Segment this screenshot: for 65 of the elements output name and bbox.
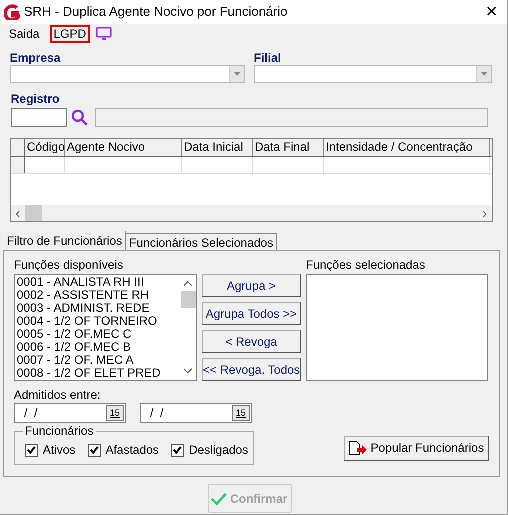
scroll-up-icon — [184, 281, 192, 287]
dropdown-field[interactable] — [10, 65, 245, 83]
tab[interactable]: Funcionários Selecionados — [126, 233, 278, 250]
search-icon — [71, 109, 88, 126]
checkbox-label: Ativos — [43, 442, 76, 459]
list-item[interactable]: 0003 - ADMINIST. REDE — [17, 302, 180, 315]
list-item[interactable]: 0005 - 1/2 OF.MEC C — [17, 328, 180, 341]
scrollbar-thumb[interactable] — [25, 205, 42, 221]
move-button[interactable]: << Revoga. Todos — [202, 358, 301, 381]
scroll-left-arrow[interactable]: ‹ — [11, 206, 25, 220]
checkbox[interactable] — [88, 444, 101, 456]
group-label: Funcionários — [23, 424, 96, 438]
dropdown-arrow-icon — [234, 72, 240, 76]
close-button[interactable]: × — [481, 1, 503, 23]
checkbox[interactable] — [25, 444, 38, 456]
horizontal-scrollbar[interactable]: ‹ › — [11, 205, 492, 221]
move-button[interactable]: Agrupa > — [202, 274, 301, 297]
list-item[interactable]: 0002 - ASSISTENTE RH — [17, 289, 180, 302]
list-label: Funções disponíveis — [14, 258, 124, 272]
checkbox[interactable] — [171, 444, 184, 456]
filial-label: Filial — [254, 51, 282, 65]
check-icon — [211, 492, 228, 506]
check-icon — [90, 446, 99, 454]
column-header[interactable]: Código — [25, 139, 65, 156]
date-field[interactable]: / / 15 — [14, 403, 126, 423]
admitidos-label: Admitidos entre: — [14, 388, 102, 402]
check-icon — [173, 446, 182, 454]
move-button[interactable]: Agrupa Todos >> — [202, 302, 301, 325]
calendar-button[interactable]: 15 — [232, 405, 250, 421]
empresa-label: Empresa — [10, 51, 62, 65]
column-header[interactable]: Data Final — [253, 139, 324, 156]
menu-item[interactable]: LGPD — [50, 25, 90, 43]
document-arrow-icon — [348, 440, 367, 456]
popular-funcionarios-button[interactable]: Popular Funcionários — [344, 436, 489, 460]
scrollbar-thumb[interactable] — [180, 291, 196, 308]
menu-item[interactable]: Saida — [5, 25, 44, 43]
monitor-icon — [96, 27, 112, 41]
scroll-right-arrow[interactable]: › — [478, 206, 492, 220]
list-item[interactable]: 0001 - ANALISTA RH III — [17, 276, 180, 289]
registro-input[interactable] — [11, 108, 67, 127]
checkbox-label: Desligados — [189, 442, 248, 459]
checkbox-option[interactable]: Desligados — [171, 441, 248, 459]
registro-label: Registro — [11, 92, 61, 106]
checkbox-option[interactable]: Ativos — [25, 441, 76, 459]
column-header[interactable]: Intensidade / Concentração — [324, 139, 490, 156]
move-button[interactable]: < Revoga — [202, 330, 301, 353]
list-item[interactable]: 0006 - 1/2 OF.MEC B — [17, 341, 180, 354]
checkbox-label: Afastados — [106, 442, 160, 459]
date-value: / / — [23, 405, 39, 422]
dropdown-arrow-icon — [480, 72, 488, 76]
list-item[interactable]: 0008 - 1/2 OF ELET PRED — [17, 367, 180, 380]
check-icon — [27, 446, 36, 454]
list-label: Funções selecionadas — [306, 258, 426, 272]
list-item[interactable]: 0007 - 1/2 OF. MEC A — [17, 354, 180, 367]
column-header[interactable]: Agente Nocivo — [65, 139, 182, 156]
list-item[interactable]: 0004 - 1/2 OF TORNEIRO — [17, 315, 180, 328]
column-header[interactable]: Data Inicial — [182, 139, 253, 156]
date-field[interactable]: / / 15 — [140, 403, 252, 423]
checkbox-option[interactable]: Afastados — [88, 441, 160, 459]
app-logo-icon — [4, 4, 20, 20]
date-value: / / — [149, 405, 165, 422]
scroll-down-icon — [184, 368, 192, 374]
window-title: SRH - Duplica Agente Nocivo por Funcionário — [24, 3, 288, 22]
dropdown-field[interactable] — [254, 65, 492, 83]
calendar-button[interactable]: 15 — [106, 405, 124, 421]
